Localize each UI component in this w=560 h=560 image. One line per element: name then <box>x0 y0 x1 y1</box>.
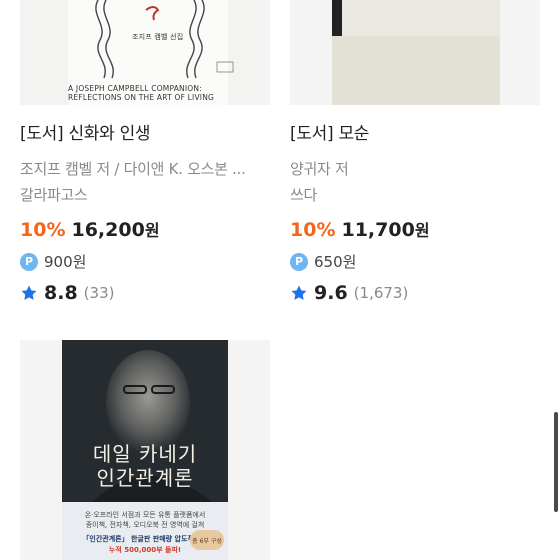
cover-korean-title: 조지프 캠벨 선집 <box>132 33 184 41</box>
product-card[interactable]: [도서] 모순 양귀자 저 쓰다 10% 11,700원 P 650원 9.6 … <box>290 0 540 304</box>
discount-rate: 10% <box>20 219 66 241</box>
product-authors: 조지프 캠벨 저 / 다이앤 K. 오스본 ... <box>20 160 246 178</box>
point-icon: P <box>290 252 308 271</box>
review-count: (1,673) <box>353 284 409 302</box>
product-thumbnail[interactable]: 데일 카네기 인간관계론 온·오프라인 서점과 모든 유통 플랫폼에서 종이책,… <box>20 340 270 560</box>
cover-blurb-line: 종이책, 전자책, 오디오북 전 영역에 걸쳐 <box>85 521 205 529</box>
product-publisher: 쓰다 <box>290 186 318 204</box>
cover-spine <box>332 0 342 36</box>
point-icon: P <box>20 252 38 271</box>
product-card[interactable]: 데일 카네기 인간관계론 온·오프라인 서점과 모든 유통 플랫폼에서 종이책,… <box>20 340 270 560</box>
review-count: (33) <box>83 284 115 302</box>
price-row: 10% 11,700원 <box>290 217 540 241</box>
product-authors: 양귀자 저 <box>290 160 349 178</box>
cover-band <box>332 36 500 105</box>
cover-blurb-line: 온·오프라인 서점과 모든 유통 플랫폼에서 <box>84 511 206 519</box>
sale-price: 16,200원 <box>71 219 160 241</box>
cover-subtitle-line2: REFLECTIONS ON THE ART OF LIVING <box>68 93 215 102</box>
sale-price: 11,700원 <box>341 219 430 241</box>
product-title[interactable]: [도서] 신화와 인생 <box>20 119 270 144</box>
discount-rate: 10% <box>290 219 336 241</box>
points-value: 900원 <box>44 253 87 271</box>
points-row: P 650원 <box>290 251 540 272</box>
product-publisher: 갈라파고스 <box>20 186 88 204</box>
rating-row: 8.8 (33) <box>20 282 270 304</box>
book-cover-art: 데일 카네기 인간관계론 온·오프라인 서점과 모든 유통 플랫폼에서 종이책,… <box>62 340 228 560</box>
cover-sticker: 총 6부 구성 <box>190 530 224 550</box>
cover-title-line2: 인간관계론 <box>96 466 194 490</box>
product-title[interactable]: [도서] 모순 <box>290 119 540 144</box>
product-thumbnail[interactable]: 조지프 캠벨 선집 A JOSEPH CAMPBELL COMPANION: R… <box>20 0 270 105</box>
star-icon <box>21 285 37 300</box>
star-icon <box>291 285 307 300</box>
points-row: P 900원 <box>20 251 270 272</box>
scrollbar[interactable] <box>554 412 558 512</box>
product-thumbnail[interactable] <box>290 0 540 105</box>
rating-score: 8.8 <box>44 282 78 304</box>
rating-score: 9.6 <box>314 282 348 304</box>
price-row: 10% 16,200원 <box>20 217 270 241</box>
product-card[interactable]: 조지프 캠벨 선집 A JOSEPH CAMPBELL COMPANION: R… <box>20 0 270 304</box>
rating-row: 9.6 (1,673) <box>290 282 540 304</box>
points-value: 650원 <box>314 253 357 271</box>
